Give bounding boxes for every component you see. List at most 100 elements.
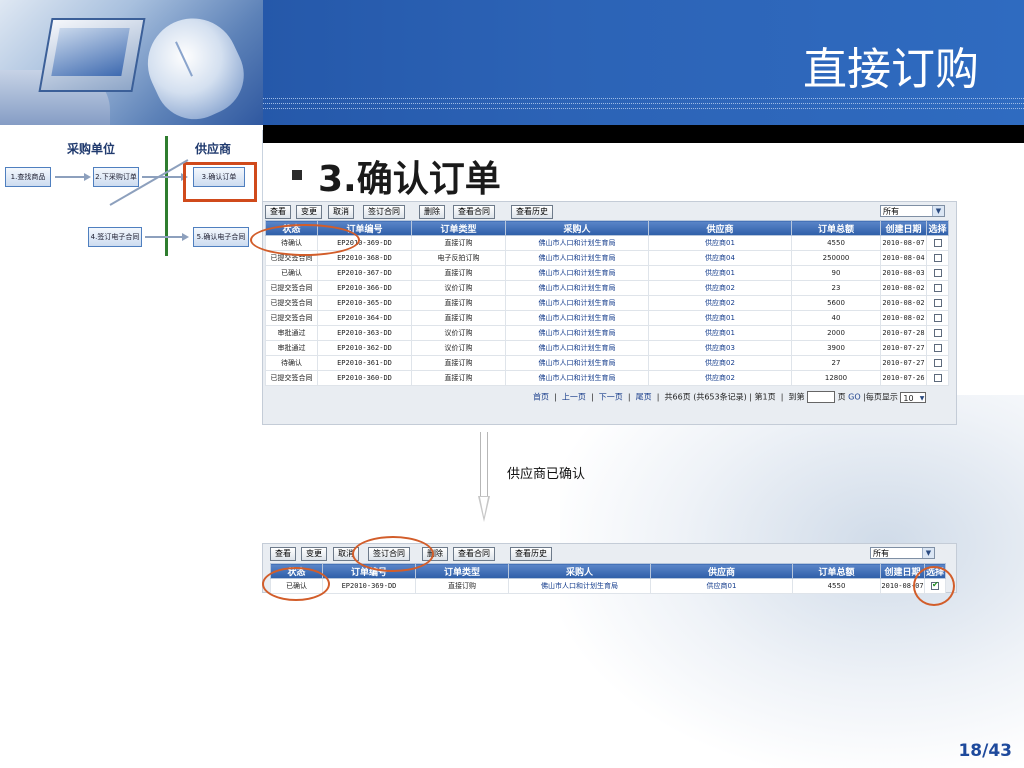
- order-list-toolbar: 查看 变更 取消 签订合同 删除 查看合同 查看历史 所有 ▼: [265, 205, 954, 219]
- go-button[interactable]: GO: [848, 393, 861, 402]
- cell-buyer: 佛山市人口和计划生育局: [505, 235, 649, 251]
- page-unit: 页: [837, 392, 846, 402]
- last-page-link[interactable]: 尾页: [636, 393, 652, 402]
- col-buyer[interactable]: 采购人: [508, 563, 651, 579]
- col-created[interactable]: 创建日期: [880, 220, 927, 236]
- prev-page-link[interactable]: 上一页: [562, 393, 586, 402]
- delete-button[interactable]: 删除: [419, 205, 445, 219]
- goto-page-input[interactable]: [807, 391, 836, 403]
- view-button[interactable]: 查看: [270, 547, 296, 561]
- cell-total: 12800: [791, 370, 881, 386]
- col-order-type[interactable]: 订单类型: [411, 220, 506, 236]
- status-filter-select[interactable]: 所有 ▼: [870, 547, 935, 559]
- col-order-type[interactable]: 订单类型: [415, 563, 509, 579]
- process-flow: 采购单位 供应商 1.查找商品 2.下采购订单 3.确认订单 4.签订电子合同 …: [0, 130, 263, 258]
- view-button[interactable]: 查看: [265, 205, 291, 219]
- cell-total: 3900: [791, 340, 881, 356]
- flow-step-5: 5.确认电子合同: [193, 227, 249, 247]
- view-contract-button[interactable]: 查看合同: [453, 205, 495, 219]
- lane-supplier-title: 供应商: [195, 142, 232, 156]
- view-contract-button[interactable]: 查看合同: [453, 547, 495, 561]
- select-checkbox[interactable]: [933, 299, 942, 307]
- cell-created: 2010-07-28: [880, 325, 927, 341]
- select-checkbox[interactable]: [933, 359, 942, 367]
- cell-supplier: 供应商01: [648, 325, 792, 341]
- step-title: 3.确认订单: [292, 150, 501, 202]
- col-select: 选择: [926, 220, 949, 236]
- table-row[interactable]: 已提交签合同 EP2010-364-DD 直接订购 佛山市人口和计划生育局 供应商01 4…: [265, 310, 949, 326]
- cell-status: 已提交签合同: [265, 280, 318, 296]
- view-history-button[interactable]: 查看历史: [511, 205, 553, 219]
- cell-total: 2000: [791, 325, 881, 341]
- cell-order-no: EP2010-363-DD: [317, 325, 412, 341]
- select-checkbox[interactable]: [933, 284, 942, 292]
- header-photo: [0, 0, 263, 125]
- table-row[interactable]: 待确认 EP2010-369-DD 直接订购 佛山市人口和计划生育局 供应商01 4550…: [265, 235, 949, 251]
- cell-order-no: EP2010-361-DD: [317, 355, 412, 371]
- table-row[interactable]: 已确认 EP2010-369-DD 直接订购 佛山市人口和计划生育局 供应商01…: [270, 578, 946, 594]
- cell-order-no: EP2010-366-DD: [317, 280, 412, 296]
- cell-select: [926, 325, 949, 341]
- cell-total: 40: [791, 310, 881, 326]
- cell-created: 2010-08-03: [880, 265, 927, 281]
- chevron-down-icon: ▼: [922, 548, 934, 558]
- cell-created: 2010-08-02: [880, 295, 927, 311]
- col-buyer[interactable]: 采购人: [505, 220, 649, 236]
- cancel-button[interactable]: 取消: [328, 205, 354, 219]
- first-page-link[interactable]: 首页: [533, 393, 549, 402]
- select-checkbox[interactable]: [933, 254, 942, 262]
- select-checkbox[interactable]: [933, 344, 942, 352]
- cell-total: 4550: [791, 235, 881, 251]
- select-checkbox[interactable]: [933, 314, 942, 322]
- cell-order-no: EP2010-364-DD: [317, 310, 412, 326]
- col-total[interactable]: 订单总额: [791, 220, 881, 236]
- transition-arrow: [480, 432, 488, 496]
- cell-order-type: 议价订购: [411, 325, 506, 341]
- flow-step-1: 1.查找商品: [5, 167, 51, 187]
- cell-buyer: 佛山市人口和计划生育局: [505, 325, 649, 341]
- cell-status: 待确认: [265, 355, 318, 371]
- cell-supplier: 供应商04: [648, 250, 792, 266]
- select-checkbox[interactable]: [933, 239, 942, 247]
- cell-buyer: 佛山市人口和计划生育局: [505, 265, 649, 281]
- cell-buyer: 佛山市人口和计划生育局: [505, 280, 649, 296]
- highlight-ellipse-confirmed: [262, 567, 330, 601]
- col-total[interactable]: 订单总额: [792, 563, 881, 579]
- sign-contract-button[interactable]: 签订合同: [363, 205, 405, 219]
- cell-select: [926, 355, 949, 371]
- pagination-bar: 首页 | 上一页 | 下一页 | 尾页 | 共66页 (共653条记录) | 第…: [533, 391, 927, 403]
- change-button[interactable]: 变更: [301, 547, 327, 561]
- table-row[interactable]: 审批通过 EP2010-362-DD 议价订购 佛山市人口和计划生育局 供应商03 390…: [265, 340, 949, 356]
- select-checkbox[interactable]: [933, 374, 942, 382]
- select-checkbox[interactable]: [933, 269, 942, 277]
- cell-supplier: 供应商02: [648, 295, 792, 311]
- cell-total: 90: [791, 265, 881, 281]
- table-row[interactable]: 已确认 EP2010-367-DD 直接订购 佛山市人口和计划生育局 供应商01 90 20…: [265, 265, 949, 281]
- chevron-down-icon: ▼: [919, 394, 925, 402]
- change-button[interactable]: 变更: [296, 205, 322, 219]
- view-history-button[interactable]: 查看历史: [510, 547, 552, 561]
- lane-divider: [165, 136, 168, 256]
- per-page-select[interactable]: 10 ▼: [900, 391, 927, 403]
- cell-supplier: 供应商01: [648, 235, 792, 251]
- next-page-link[interactable]: 下一页: [599, 393, 623, 402]
- table-row[interactable]: 已提交签合同 EP2010-360-DD 直接订购 佛山市人口和计划生育局 供应商02 1…: [265, 370, 949, 386]
- table-row[interactable]: 待确认 EP2010-361-DD 直接订购 佛山市人口和计划生育局 供应商02 27 20…: [265, 355, 949, 371]
- cell-order-type: 直接订购: [411, 265, 506, 281]
- table-row[interactable]: 审批通过 EP2010-363-DD 议价订购 佛山市人口和计划生育局 供应商01 200…: [265, 325, 949, 341]
- cell-created: 2010-08-02: [880, 280, 927, 296]
- cell-select: [926, 295, 949, 311]
- status-filter-select[interactable]: 所有 ▼: [880, 205, 945, 217]
- table-row[interactable]: 已提交签合同 EP2010-368-DD 电子反拍订购 佛山市人口和计划生育局 供应商0…: [265, 250, 949, 266]
- cell-select: [926, 340, 949, 356]
- per-page-label: |每页显示: [863, 392, 898, 402]
- cell-order-type: 电子反拍订购: [411, 250, 506, 266]
- cell-order-type: 直接订购: [411, 370, 506, 386]
- table-row[interactable]: 已提交签合同 EP2010-365-DD 直接订购 佛山市人口和计划生育局 供应商02 5…: [265, 295, 949, 311]
- col-supplier[interactable]: 供应商: [650, 563, 793, 579]
- cell-order-type: 议价订购: [411, 280, 506, 296]
- flow-step-4: 4.签订电子合同: [88, 227, 142, 247]
- select-checkbox[interactable]: [933, 329, 942, 337]
- table-row[interactable]: 已提交签合同 EP2010-366-DD 议价订购 佛山市人口和计划生育局 供应商02 2…: [265, 280, 949, 296]
- col-supplier[interactable]: 供应商: [648, 220, 792, 236]
